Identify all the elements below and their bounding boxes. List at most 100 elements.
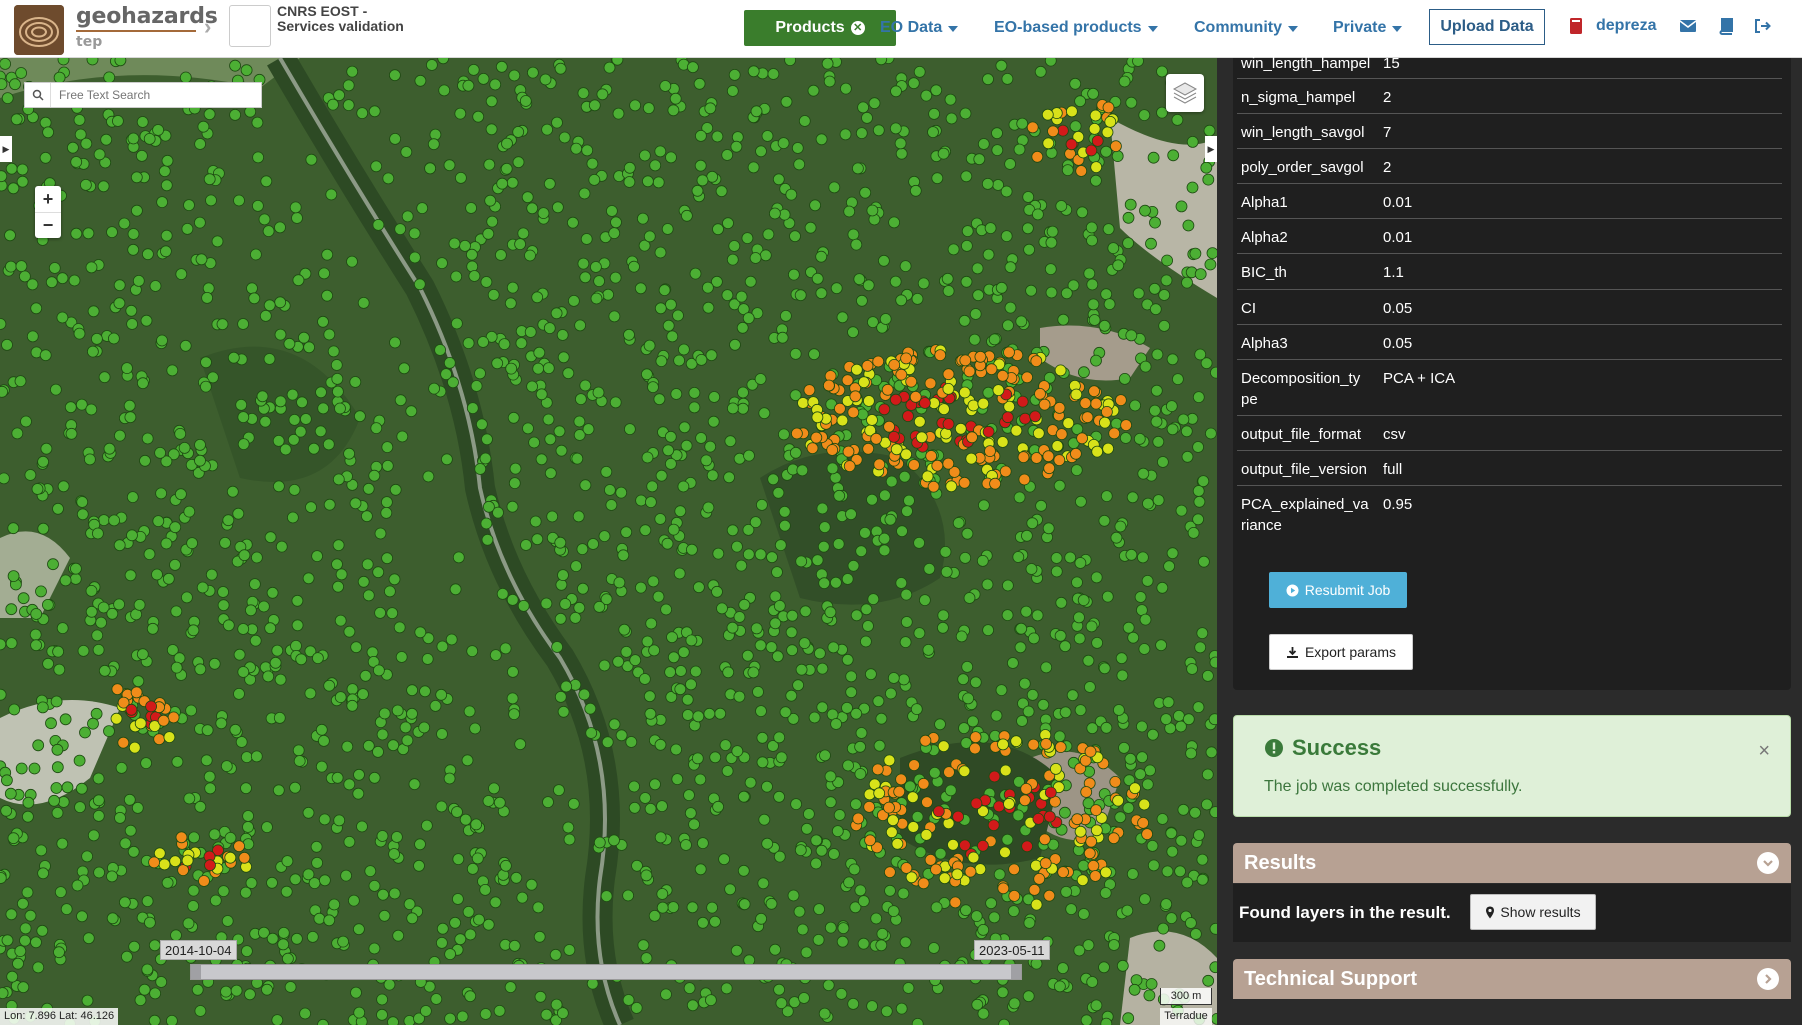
ps-point-marker[interactable]: [940, 566, 953, 578]
ps-point-marker[interactable]: [1141, 778, 1154, 791]
ps-point-marker[interactable]: [849, 390, 862, 403]
ps-point-marker[interactable]: [677, 480, 690, 493]
ps-point-marker[interactable]: [870, 912, 883, 925]
ps-point-marker[interactable]: [889, 393, 902, 406]
ps-point-marker[interactable]: [1137, 817, 1149, 829]
ps-point-marker[interactable]: [873, 739, 886, 752]
ps-point-marker[interactable]: [315, 760, 328, 773]
ps-point-marker[interactable]: [731, 540, 743, 553]
ps-point-marker[interactable]: [526, 202, 539, 215]
ps-point-marker[interactable]: [141, 963, 154, 976]
ps-point-marker[interactable]: [891, 837, 904, 850]
ps-point-marker[interactable]: [850, 798, 862, 811]
ps-point-marker[interactable]: [1109, 776, 1122, 788]
ps-point-marker[interactable]: [0, 385, 8, 398]
ps-point-marker[interactable]: [1023, 243, 1035, 256]
ps-point-marker[interactable]: [730, 140, 743, 153]
ps-point-marker[interactable]: [937, 609, 950, 622]
ps-point-marker[interactable]: [17, 981, 30, 994]
ps-point-marker[interactable]: [900, 616, 913, 628]
ps-point-marker[interactable]: [1150, 384, 1163, 397]
ps-point-marker[interactable]: [303, 341, 316, 354]
ps-point-marker[interactable]: [664, 666, 676, 678]
ps-point-marker[interactable]: [557, 705, 570, 718]
ps-point-marker[interactable]: [954, 422, 967, 435]
ps-point-marker[interactable]: [93, 148, 106, 161]
ps-point-marker[interactable]: [578, 688, 591, 701]
ps-point-marker[interactable]: [694, 773, 707, 786]
ps-point-marker[interactable]: [1021, 371, 1033, 384]
ps-point-marker[interactable]: [1044, 263, 1057, 276]
ps-point-marker[interactable]: [1045, 286, 1058, 299]
ps-point-marker[interactable]: [615, 729, 628, 742]
ps-point-marker[interactable]: [987, 819, 1000, 832]
ps-point-marker[interactable]: [87, 829, 100, 842]
ps-point-marker[interactable]: [1042, 450, 1055, 463]
ps-point-marker[interactable]: [486, 215, 499, 228]
ps-point-marker[interactable]: [898, 470, 911, 483]
ps-point-marker[interactable]: [162, 572, 175, 585]
ps-point-marker[interactable]: [95, 616, 107, 629]
ps-point-marker[interactable]: [532, 362, 545, 375]
ps-point-marker[interactable]: [919, 734, 932, 747]
ps-point-marker[interactable]: [1088, 123, 1101, 135]
ps-point-marker[interactable]: [106, 607, 119, 620]
ps-point-marker[interactable]: [405, 405, 418, 418]
ps-point-marker[interactable]: [56, 622, 69, 634]
ps-point-marker[interactable]: [864, 834, 876, 847]
ps-point-marker[interactable]: [403, 898, 416, 910]
ps-point-marker[interactable]: [704, 440, 717, 453]
ps-point-marker[interactable]: [93, 866, 105, 879]
ps-point-marker[interactable]: [24, 909, 37, 922]
ps-point-marker[interactable]: [1026, 517, 1039, 530]
ps-point-marker[interactable]: [579, 479, 592, 492]
ps-point-marker[interactable]: [429, 128, 442, 141]
ps-point-marker[interactable]: [194, 663, 207, 676]
ps-point-marker[interactable]: [127, 132, 140, 145]
ps-point-marker[interactable]: [1144, 764, 1156, 777]
ps-point-marker[interactable]: [202, 282, 215, 295]
ps-point-marker[interactable]: [799, 605, 812, 618]
ps-point-marker[interactable]: [1098, 662, 1111, 675]
ps-point-marker[interactable]: [522, 422, 534, 435]
ps-point-marker[interactable]: [305, 153, 318, 166]
ps-point-marker[interactable]: [694, 863, 707, 876]
nav-eo-data[interactable]: EO Data: [880, 10, 959, 46]
ps-point-marker[interactable]: [580, 233, 593, 245]
ps-point-marker[interactable]: [824, 606, 837, 619]
ps-point-marker[interactable]: [1098, 514, 1111, 527]
ps-point-marker[interactable]: [387, 739, 400, 752]
ps-point-marker[interactable]: [187, 884, 200, 897]
ps-point-marker[interactable]: [573, 415, 586, 428]
ps-point-marker[interactable]: [635, 494, 647, 507]
ps-point-marker[interactable]: [466, 645, 479, 657]
ps-point-marker[interactable]: [773, 983, 785, 996]
ps-point-marker[interactable]: [831, 825, 844, 837]
ps-point-marker[interactable]: [903, 494, 915, 507]
ps-point-marker[interactable]: [883, 801, 895, 814]
ps-point-marker[interactable]: [779, 519, 791, 532]
ps-point-marker[interactable]: [1053, 454, 1066, 467]
ps-point-marker[interactable]: [264, 531, 277, 544]
ps-point-marker[interactable]: [1, 774, 13, 787]
ps-point-marker[interactable]: [1137, 551, 1149, 564]
ps-point-marker[interactable]: [1044, 786, 1057, 799]
ps-point-marker[interactable]: [705, 994, 717, 1006]
ps-point-marker[interactable]: [499, 859, 512, 872]
ps-point-marker[interactable]: [610, 216, 622, 229]
ps-point-marker[interactable]: [16, 163, 29, 176]
ps-point-marker[interactable]: [277, 927, 290, 939]
ps-point-marker[interactable]: [884, 866, 896, 879]
ps-point-marker[interactable]: [274, 395, 287, 408]
ps-point-marker[interactable]: [1192, 513, 1204, 526]
ps-point-marker[interactable]: [963, 365, 976, 378]
ps-point-marker[interactable]: [818, 577, 831, 590]
ps-point-marker[interactable]: [283, 337, 296, 350]
ps-point-marker[interactable]: [473, 913, 485, 926]
ps-point-marker[interactable]: [778, 208, 791, 221]
ps-point-marker[interactable]: [134, 994, 147, 1006]
ps-point-marker[interactable]: [902, 982, 915, 994]
ps-point-marker[interactable]: [230, 984, 243, 997]
ps-point-marker[interactable]: [504, 981, 517, 993]
ps-point-marker[interactable]: [714, 707, 727, 720]
